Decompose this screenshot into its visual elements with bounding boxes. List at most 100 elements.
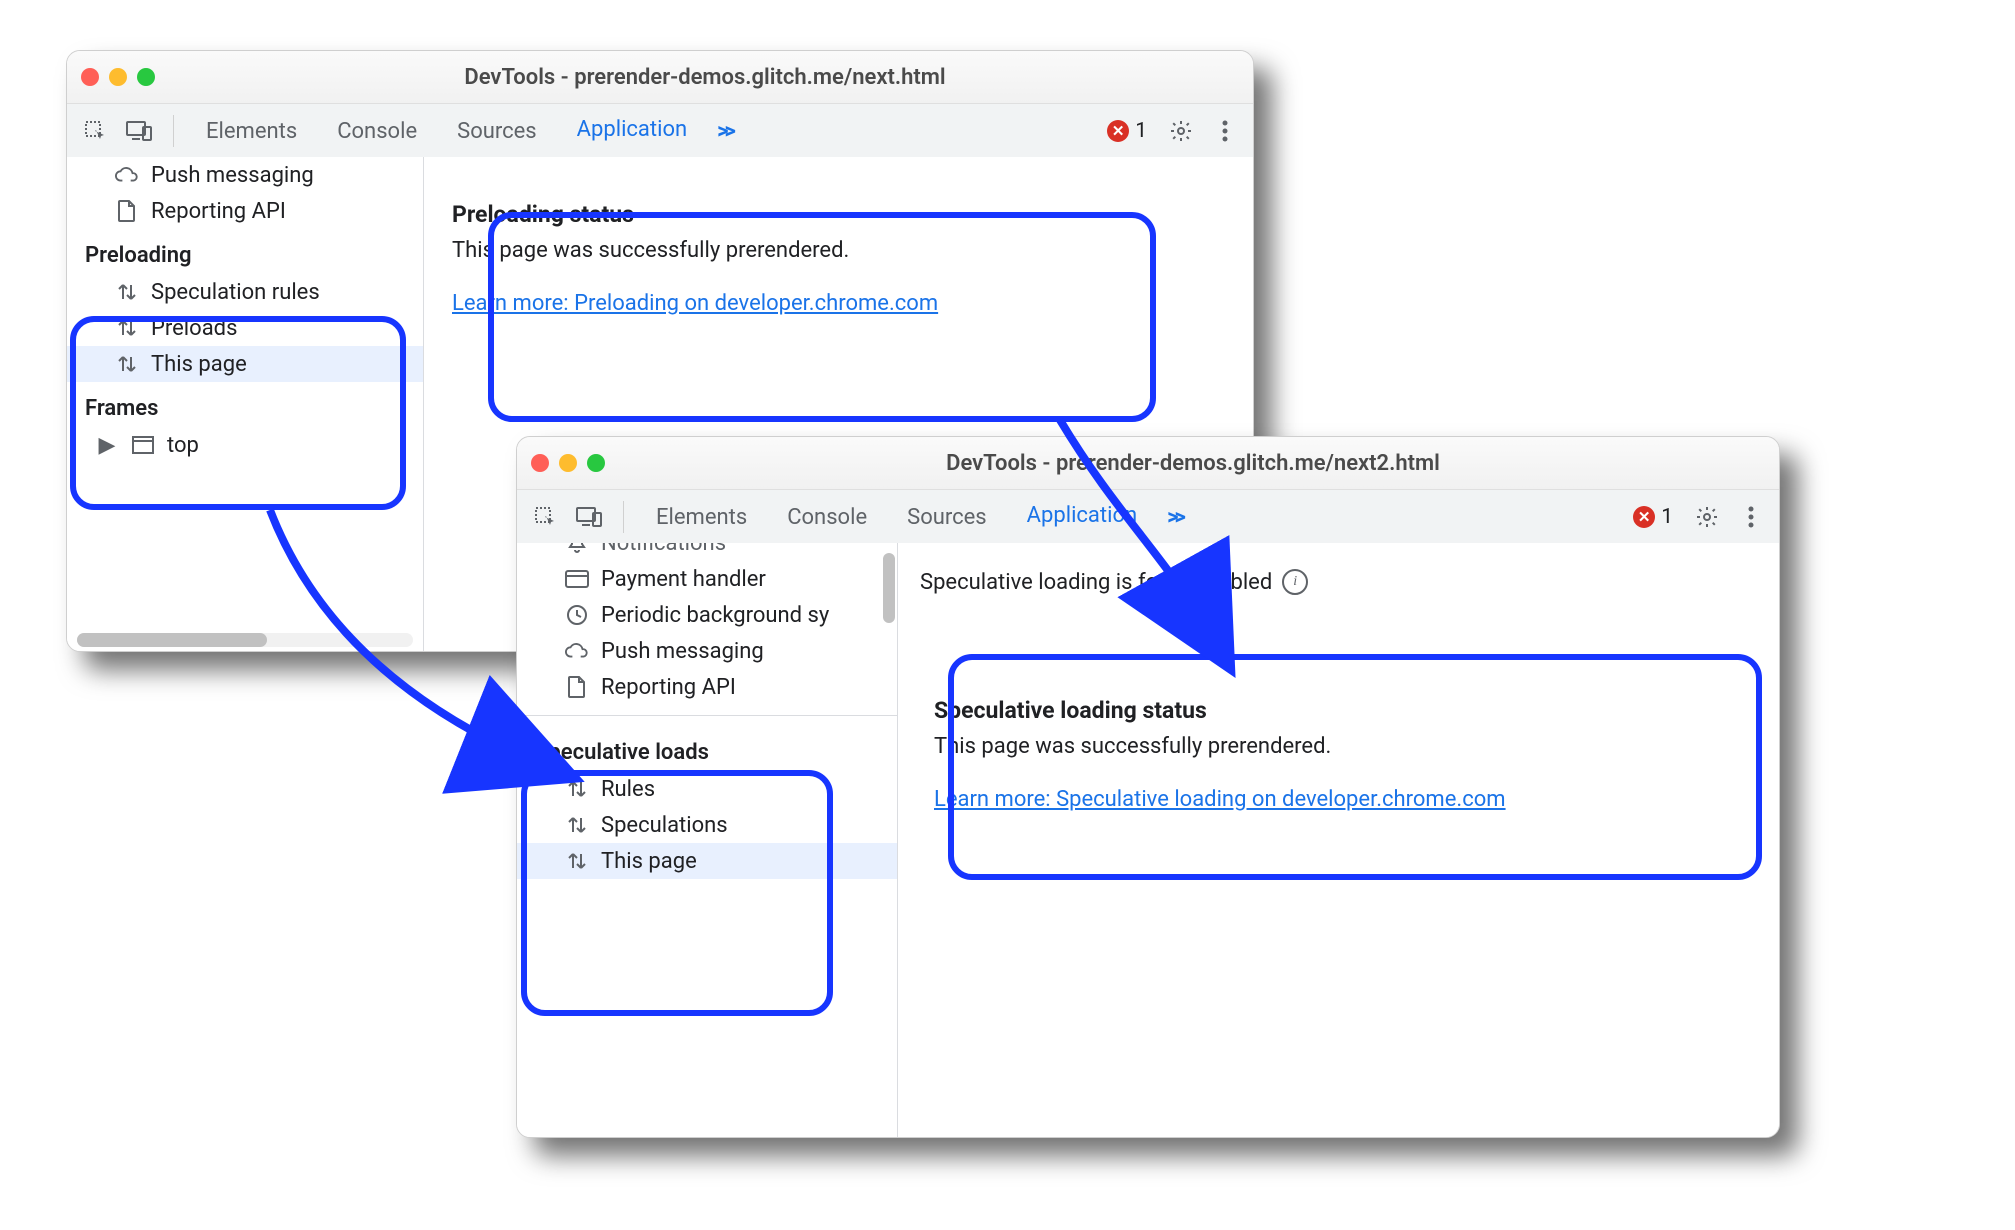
minimize-icon[interactable] [109, 68, 127, 86]
sidebar-item-payment[interactable]: Payment handler [517, 561, 897, 597]
sidebar-item-reporting[interactable]: Reporting API [67, 193, 423, 229]
sidebar-item-label: This page [151, 352, 247, 377]
sidebar-item-label: Reporting API [601, 675, 736, 700]
window-title: DevTools - prerender-demos.glitch.me/nex… [171, 65, 1239, 90]
sidebar-item-label: Preloads [151, 316, 237, 341]
sidebar-item-label: Periodic background sy [601, 603, 829, 628]
devtools-window-2: DevTools - prerender-demos.glitch.me/nex… [516, 436, 1780, 1138]
scrollbar[interactable] [77, 633, 413, 647]
sidebar-item-label: Speculation rules [151, 280, 320, 305]
cloud-icon [115, 163, 139, 187]
sidebar-item-this-page[interactable]: This page [517, 843, 897, 879]
inspect-icon[interactable] [77, 113, 113, 149]
more-tabs-icon[interactable]: >> [1161, 505, 1188, 530]
bell-icon [565, 543, 589, 555]
error-icon: ✕ [1107, 120, 1129, 142]
main-panel: Speculative loading is force-enabled i S… [898, 543, 1779, 1137]
swap-icon [115, 316, 139, 340]
card-icon [565, 567, 589, 591]
clock-icon [565, 603, 589, 627]
kebab-icon[interactable] [1207, 113, 1243, 149]
sidebar-item-this-page[interactable]: This page [67, 346, 423, 382]
titlebar: DevTools - prerender-demos.glitch.me/nex… [517, 437, 1779, 490]
tab-elements[interactable]: Elements [190, 104, 313, 158]
titlebar: DevTools - prerender-demos.glitch.me/nex… [67, 51, 1253, 104]
tab-application[interactable]: Application [561, 103, 703, 160]
sidebar-category-frames[interactable]: Frames [67, 382, 423, 427]
tab-application[interactable]: Application [1011, 489, 1153, 546]
device-toggle-icon[interactable] [121, 113, 157, 149]
document-icon [565, 675, 589, 699]
device-toggle-icon[interactable] [571, 499, 607, 535]
swap-icon [565, 777, 589, 801]
error-count: 1 [1135, 119, 1147, 143]
sidebar-item-reporting[interactable]: Reporting API [517, 669, 897, 705]
error-count: 1 [1661, 505, 1673, 529]
minimize-icon[interactable] [559, 454, 577, 472]
status-line: Speculative loading is force-enabled i [898, 563, 1779, 595]
sidebar-item-periodic[interactable]: Periodic background sy [517, 597, 897, 633]
panel-heading: Speculative loading status [934, 697, 1751, 724]
divider [623, 501, 624, 533]
tab-sources[interactable]: Sources [891, 490, 1003, 544]
status-text: Speculative loading is force-enabled [920, 570, 1272, 595]
sidebar: Notifications Payment handler Periodic b… [517, 543, 898, 1137]
panel-heading: Preloading status [452, 201, 1225, 228]
tab-console[interactable]: Console [771, 490, 883, 544]
sidebar-item-label: Notifications [601, 543, 726, 556]
swap-icon [115, 352, 139, 376]
gear-icon[interactable] [1689, 499, 1725, 535]
sidebar-item-rules[interactable]: Rules [517, 771, 897, 807]
sidebar-item-preloads[interactable]: Preloads [67, 310, 423, 346]
sidebar-item-notifications[interactable]: Notifications [517, 543, 897, 561]
tab-console[interactable]: Console [321, 104, 433, 158]
sidebar-item-push[interactable]: Push messaging [517, 633, 897, 669]
maximize-icon[interactable] [137, 68, 155, 86]
error-badge[interactable]: ✕ 1 [1099, 119, 1155, 143]
learn-more-link[interactable]: Learn more: Speculative loading on devel… [934, 787, 1506, 812]
sidebar-category-preloading[interactable]: Preloading [67, 229, 423, 274]
sidebar-item-speculations[interactable]: Speculations [517, 807, 897, 843]
gear-icon[interactable] [1163, 113, 1199, 149]
sidebar-item-label: Push messaging [151, 163, 314, 188]
close-icon[interactable] [81, 68, 99, 86]
sidebar-item-push[interactable]: Push messaging [67, 157, 423, 193]
devtools-toolbar: Elements Console Sources Application >> … [517, 490, 1779, 545]
sidebar-item-speculation-rules[interactable]: Speculation rules [67, 274, 423, 310]
sidebar-item-label: This page [601, 849, 697, 874]
traffic-lights [81, 68, 155, 86]
sidebar: Push messaging Reporting API Preloading … [67, 157, 424, 651]
divider [173, 115, 174, 147]
cloud-icon [565, 639, 589, 663]
info-icon[interactable]: i [1282, 569, 1308, 595]
sidebar-item-label: Speculations [601, 813, 728, 838]
sidebar-item-label: Rules [601, 777, 655, 802]
learn-more-link[interactable]: Learn more: Preloading on developer.chro… [452, 291, 938, 316]
swap-icon [565, 813, 589, 837]
swap-icon [115, 280, 139, 304]
sidebar-item-top[interactable]: ▶ top [67, 427, 423, 463]
panel-text: This page was successfully prerendered. [452, 238, 1225, 263]
sidebar-item-label: Reporting API [151, 199, 286, 224]
window-title: DevTools - prerender-demos.glitch.me/nex… [621, 451, 1765, 476]
close-icon[interactable] [531, 454, 549, 472]
error-badge[interactable]: ✕ 1 [1625, 505, 1681, 529]
sidebar-item-label: Payment handler [601, 567, 766, 592]
sidebar-item-label: top [167, 433, 199, 458]
maximize-icon[interactable] [587, 454, 605, 472]
swap-icon [565, 849, 589, 873]
more-tabs-icon[interactable]: >> [711, 119, 738, 144]
sidebar-item-label: Push messaging [601, 639, 764, 664]
inspect-icon[interactable] [527, 499, 563, 535]
traffic-lights [531, 454, 605, 472]
kebab-icon[interactable] [1733, 499, 1769, 535]
document-icon [115, 199, 139, 223]
error-icon: ✕ [1633, 506, 1655, 528]
scrollbar[interactable] [883, 553, 895, 623]
sidebar-category-speculative[interactable]: Speculative loads [517, 726, 897, 771]
panel-text: This page was successfully prerendered. [934, 734, 1751, 759]
frame-icon [131, 433, 155, 457]
chevron-right-icon: ▶ [95, 433, 119, 457]
tab-sources[interactable]: Sources [441, 104, 553, 158]
tab-elements[interactable]: Elements [640, 490, 763, 544]
